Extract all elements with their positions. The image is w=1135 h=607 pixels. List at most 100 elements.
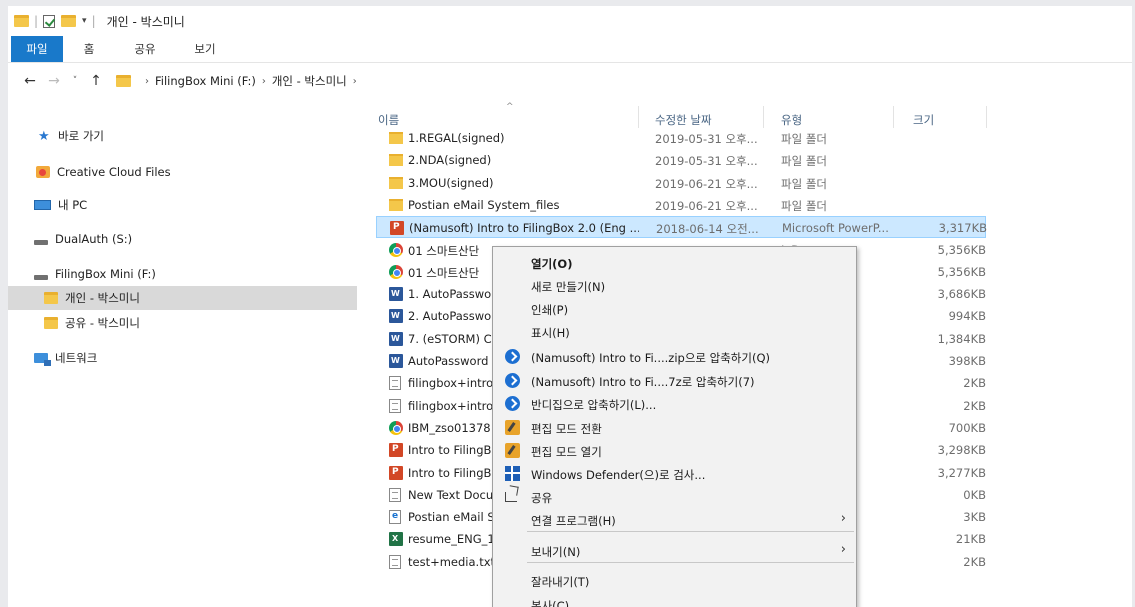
column-divider[interactable] xyxy=(638,106,639,128)
tab-view[interactable]: 보기 xyxy=(175,36,235,62)
navigation-bar: ← → ˅ ↑ › FilingBox Mini (F:) › 개인 - 박스미… xyxy=(8,64,1132,98)
file-row[interactable]: (Namusoft) Intro to FilingBox 2.0 (Eng .… xyxy=(376,216,987,239)
bandizip-icon xyxy=(505,396,520,411)
file-size: 3,317KB xyxy=(938,221,987,236)
menu-item-namusoft-intro-to-fi-zip으로-압축하기-q[interactable]: (Namusoft) Intro to Fi....zip으로 압축하기(Q) xyxy=(493,346,856,368)
menu-item-새로-만들기-n[interactable]: 새로 만들기(N) xyxy=(493,275,856,297)
breadcrumb-separator[interactable]: › xyxy=(145,76,149,87)
file-size: 700KB xyxy=(948,420,986,435)
breadcrumb-separator[interactable]: › xyxy=(353,76,357,87)
menu-item-보내기-n[interactable]: 보내기(N) › xyxy=(493,540,856,562)
new-folder-icon[interactable] xyxy=(61,15,77,27)
breadcrumb-drive[interactable]: FilingBox Mini (F:) xyxy=(155,74,256,88)
menu-item-편집-모드-열기[interactable]: 편집 모드 열기 xyxy=(493,440,856,462)
edit-mode-icon xyxy=(505,443,520,458)
sort-ascending-icon: ^ xyxy=(506,102,514,112)
menu-item-편집-모드-전환[interactable]: 편집 모드 전환 xyxy=(493,417,856,439)
menu-item-label: (Namusoft) Intro to Fi....zip으로 압축하기(Q) xyxy=(531,351,770,365)
submenu-arrow-icon: › xyxy=(840,542,846,557)
sidebar-item-this-pc[interactable]: 내 PC xyxy=(8,193,357,217)
file-size: 398KB xyxy=(948,354,986,368)
menu-item-label: 인쇄(P) xyxy=(531,303,569,317)
up-button[interactable]: ↑ xyxy=(84,73,108,89)
breadcrumb-separator[interactable]: › xyxy=(262,76,266,87)
menu-item-열기-o[interactable]: 열기(O) xyxy=(493,252,856,274)
powerpoint-icon xyxy=(389,465,403,480)
sidebar-item-shared-boxmini[interactable]: 공유 - 박스미니 xyxy=(8,311,357,335)
back-button[interactable]: ← xyxy=(18,73,42,89)
window-title: 개인 - 박스미니 xyxy=(106,14,185,29)
column-divider[interactable] xyxy=(763,106,764,128)
properties-icon[interactable] xyxy=(43,14,56,28)
menu-item-복사-c[interactable]: 복사(C) xyxy=(493,594,856,607)
column-size[interactable]: 크기 xyxy=(913,112,934,128)
file-size: 0KB xyxy=(963,487,986,502)
menu-item-인쇄-p[interactable]: 인쇄(P) xyxy=(493,298,856,320)
file-row[interactable]: 3.MOU(signed) 2019-06-21 오후... 파일 폴더 xyxy=(376,172,986,194)
menu-item-label: 보내기(N) xyxy=(531,545,581,559)
recent-locations-button[interactable]: ˅ xyxy=(66,76,84,86)
column-divider[interactable] xyxy=(893,106,894,128)
file-name: 2.NDA(signed) xyxy=(408,153,492,168)
address-bar[interactable]: › FilingBox Mini (F:) › 개인 - 박스미니 › xyxy=(116,70,1126,92)
tab-share[interactable]: 공유 xyxy=(115,36,175,62)
file-size: 5,356KB xyxy=(937,242,986,257)
file-size: 3,686KB xyxy=(937,287,986,302)
drive-icon xyxy=(34,274,48,280)
folder-icon xyxy=(14,15,29,27)
menu-item-label: Windows Defender(으)로 검사... xyxy=(531,468,706,482)
file-size: 2KB xyxy=(963,554,986,569)
column-date[interactable]: 수정한 날짜 xyxy=(655,112,712,128)
breadcrumb-folder[interactable]: 개인 - 박스미니 xyxy=(272,73,347,89)
file-size: 2KB xyxy=(963,376,986,391)
text-file-icon xyxy=(389,398,401,413)
excel-icon xyxy=(389,532,403,547)
forward-button[interactable]: → xyxy=(42,73,66,89)
menu-item-잘라내기-t[interactable]: 잘라내기(T) xyxy=(493,570,856,592)
column-name[interactable]: 이름 xyxy=(378,112,399,128)
star-icon: ★ xyxy=(38,128,50,144)
edit-mode-icon xyxy=(505,420,520,435)
customize-quick-access-icon[interactable]: ▾ xyxy=(82,16,87,26)
sidebar-item-label: DualAuth (S:) xyxy=(55,232,133,246)
column-divider[interactable] xyxy=(986,106,987,128)
explorer-window: | ▾ | 개인 - 박스미니 파일 홈 공유 보기 ← → ˅ ↑ › Fil… xyxy=(8,6,1132,607)
column-type[interactable]: 유형 xyxy=(781,112,802,128)
context-menu: 열기(O) 새로 만들기(N) 인쇄(P) 표시(H) (Namusoft) Intro… xyxy=(492,246,857,607)
sidebar-item-label: 내 PC xyxy=(58,198,88,212)
sidebar-item-filingbox[interactable]: FilingBox Mini (F:) xyxy=(8,262,357,286)
file-row[interactable]: 2.NDA(signed) 2019-05-31 오후... 파일 폴더 xyxy=(376,149,986,171)
defender-icon xyxy=(505,466,520,481)
sidebar-item-label: 공유 - 박스미니 xyxy=(65,316,140,330)
tab-home[interactable]: 홈 xyxy=(63,36,115,62)
text-file-icon xyxy=(389,554,401,569)
sidebar-item-label: FilingBox Mini (F:) xyxy=(55,267,156,281)
menu-item-namusoft-intro-to-fi-7z로-압축하기-7[interactable]: (Namusoft) Intro to Fi....7z로 압축하기(7) xyxy=(493,370,856,392)
folder-icon xyxy=(44,292,58,304)
file-row[interactable]: Postian eMail System_files 2019-06-21 오후.… xyxy=(376,194,986,216)
sidebar-item-quick-access[interactable]: ★ 바로 가기 xyxy=(8,124,357,148)
word-icon xyxy=(389,354,403,368)
folder-icon xyxy=(389,154,403,167)
sidebar-item-personal-boxmini[interactable]: 개인 - 박스미니 xyxy=(8,286,357,310)
menu-item-label: 열기(O) xyxy=(531,257,573,271)
file-size: 1,384KB xyxy=(937,331,986,346)
menu-item-공유[interactable]: 공유 xyxy=(493,486,856,508)
sidebar-item-creative-cloud[interactable]: Creative Cloud Files xyxy=(8,160,357,184)
file-row[interactable]: 1.REGAL(signed) 2019-05-31 오후... 파일 폴더 xyxy=(376,127,986,149)
file-date: 2018-06-14 오전... xyxy=(656,222,759,237)
menu-item-표시-h[interactable]: 표시(H) xyxy=(493,321,856,343)
sidebar-item-label: Creative Cloud Files xyxy=(57,165,171,179)
tab-file[interactable]: 파일 xyxy=(11,36,63,62)
menu-item-windows-defender-으-로-검사[interactable]: Windows Defender(으)로 검사... xyxy=(493,463,856,485)
chrome-icon xyxy=(389,420,403,435)
sidebar-item-network[interactable]: 네트워크 xyxy=(8,346,357,370)
file-type: 파일 폴더 xyxy=(781,154,827,169)
menu-item-반디집으로-압축하기-l[interactable]: 반디집으로 압축하기(L)... xyxy=(493,393,856,415)
quick-access-separator: | xyxy=(34,14,39,28)
menu-item-연결-프로그램-h[interactable]: 연결 프로그램(H) › xyxy=(493,509,856,531)
chrome-icon xyxy=(389,264,403,279)
sidebar-item-dualauth[interactable]: DualAuth (S:) xyxy=(8,227,357,251)
html-file-icon xyxy=(389,510,401,525)
menu-item-label: 연결 프로그램(H) xyxy=(531,514,616,528)
